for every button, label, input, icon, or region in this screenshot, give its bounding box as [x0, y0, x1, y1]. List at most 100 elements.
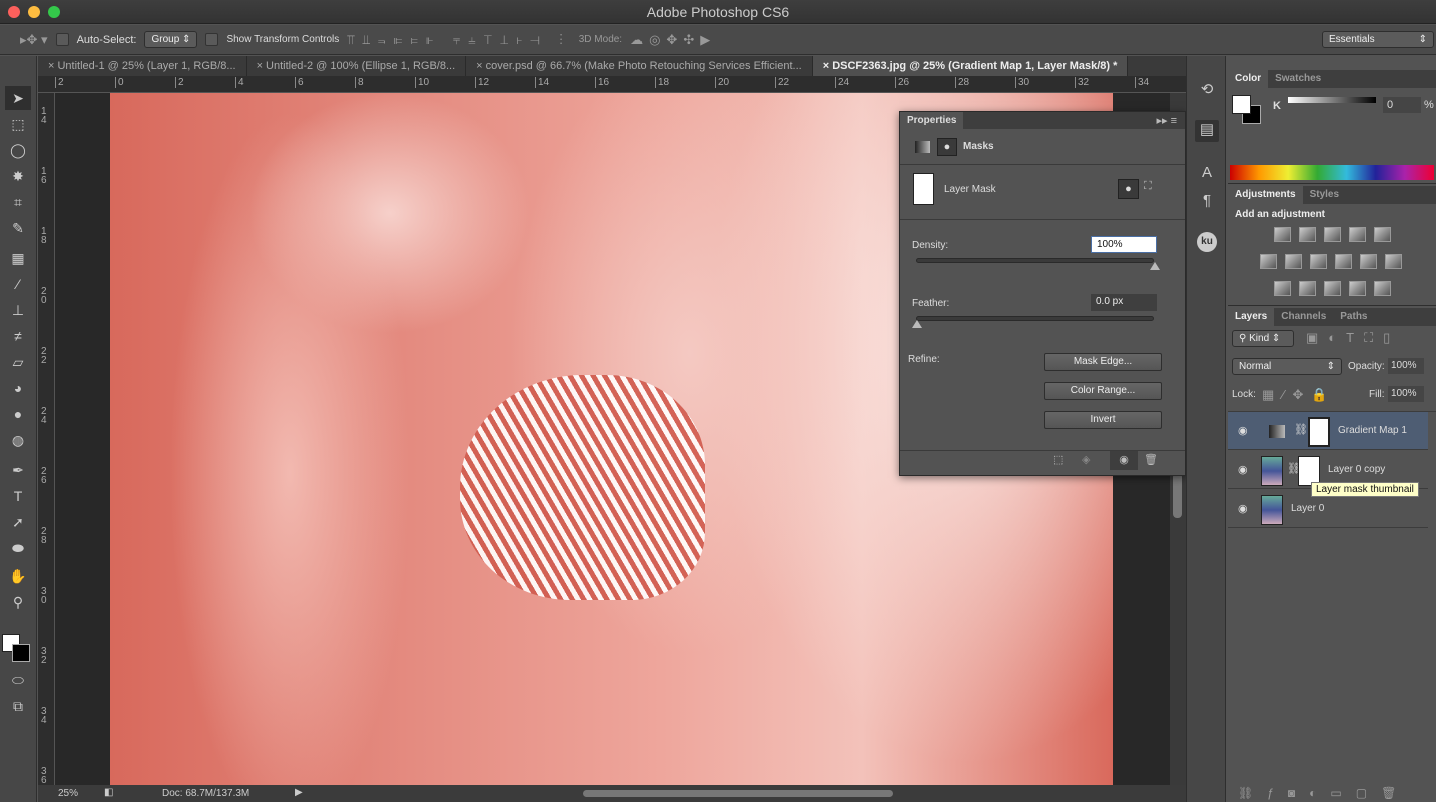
layer-mask-thumbnail[interactable]: [1308, 417, 1330, 447]
properties-tab[interactable]: Properties: [900, 112, 964, 129]
threshold-icon[interactable]: [1324, 281, 1341, 296]
selective-color-icon[interactable]: [1349, 281, 1366, 296]
status-icon[interactable]: ◧: [104, 787, 113, 798]
layer-row-gradient-map-1[interactable]: ◉ ⛓ Gradient Map 1: [1228, 412, 1428, 450]
load-selection-icon[interactable]: ⬚: [1053, 453, 1063, 466]
foreground-color-swatch[interactable]: [1232, 95, 1251, 114]
tab-cover[interactable]: × cover.psd @ 66.7% (Make Photo Retouchi…: [466, 56, 813, 76]
link-icon[interactable]: ⛓: [1294, 423, 1308, 436]
tab-swatches[interactable]: Swatches: [1268, 70, 1328, 88]
visibility-eye-icon[interactable]: ◉: [1238, 463, 1248, 476]
close-window-button[interactable]: [8, 6, 20, 18]
marquee-tool-icon[interactable]: ⬚: [5, 112, 31, 136]
filter-type-icons[interactable]: ▣◐T⛶▯: [1306, 330, 1400, 346]
add-vector-mask-icon[interactable]: ⛶: [1144, 180, 1152, 193]
sponge-tool-icon[interactable]: ◍: [5, 428, 31, 452]
healing-brush-icon[interactable]: ▦: [5, 246, 31, 270]
color-lookup-icon[interactable]: [1385, 254, 1402, 269]
levels-icon[interactable]: [1299, 227, 1316, 242]
paragraph-icon[interactable]: ¶: [1195, 192, 1219, 214]
zoom-level[interactable]: 25%: [58, 788, 78, 799]
layer-thumbnail[interactable]: [1261, 495, 1283, 525]
visibility-eye-icon[interactable]: ◉: [1238, 424, 1248, 437]
vibrance-icon[interactable]: [1374, 227, 1391, 242]
photo-filter-icon[interactable]: [1335, 254, 1352, 269]
brush-tool-icon[interactable]: ⁄: [5, 272, 31, 296]
visibility-eye-icon[interactable]: ◉: [1238, 502, 1248, 515]
apply-mask-icon[interactable]: ◈: [1082, 453, 1090, 466]
k-slider[interactable]: [1288, 97, 1376, 103]
color-balance-icon[interactable]: [1285, 254, 1302, 269]
tab-dscf2363[interactable]: × DSCF2363.jpg @ 25% (Gradient Map 1, La…: [812, 56, 1129, 76]
select-pixel-mask-icon[interactable]: ●: [1118, 179, 1139, 199]
tab-untitled-1[interactable]: × Untitled-1 @ 25% (Layer 1, RGB/8...: [38, 56, 247, 76]
tab-layers[interactable]: Layers: [1228, 308, 1275, 326]
hand-tool-icon[interactable]: ✋: [5, 564, 31, 588]
path-select-icon[interactable]: ➚: [5, 510, 31, 534]
auto-select-dropdown[interactable]: Group ⇕: [144, 31, 198, 48]
adjustment-properties-icon[interactable]: [915, 141, 930, 153]
scroll-thumb[interactable]: [1173, 473, 1182, 518]
panel-menu-icon[interactable]: ▸▸ ≡: [1156, 114, 1177, 127]
lock-icons[interactable]: ▦⁄✥🔒: [1262, 387, 1336, 403]
k-value-input[interactable]: 0: [1383, 97, 1421, 113]
status-menu-arrow-icon[interactable]: ▶: [295, 787, 303, 798]
magic-wand-icon[interactable]: ✸: [5, 164, 31, 188]
paint-bucket-icon[interactable]: ◕: [5, 376, 31, 400]
lasso-tool-icon[interactable]: ◯: [5, 138, 31, 162]
tab-color[interactable]: Color: [1228, 70, 1269, 88]
black-white-icon[interactable]: [1310, 254, 1327, 269]
hue-saturation-icon[interactable]: [1260, 254, 1277, 269]
eraser-icon[interactable]: ▱: [5, 350, 31, 374]
exposure-icon[interactable]: [1349, 227, 1366, 242]
toggle-mask-visibility-icon[interactable]: ◉: [1110, 451, 1138, 470]
tab-adjustments[interactable]: Adjustments: [1228, 186, 1303, 204]
layer-name[interactable]: Layer 0 copy: [1328, 464, 1385, 475]
character-icon[interactable]: A: [1195, 164, 1219, 186]
mask-properties-icon[interactable]: ●: [937, 138, 957, 156]
density-slider[interactable]: [916, 258, 1160, 270]
invert-button[interactable]: Invert: [1044, 411, 1162, 429]
screen-mode-icon[interactable]: ⧉: [5, 694, 31, 718]
tab-untitled-2[interactable]: × Untitled-2 @ 100% (Ellipse 1, RGB/8...: [247, 56, 467, 76]
auto-select-checkbox[interactable]: [55, 33, 69, 46]
horizontal-scroll-thumb[interactable]: [583, 790, 893, 797]
crop-tool-icon[interactable]: ⌗: [5, 190, 31, 214]
opacity-input[interactable]: 100%: [1388, 358, 1424, 374]
posterize-icon[interactable]: [1299, 281, 1316, 296]
blur-tool-icon[interactable]: ●: [5, 402, 31, 426]
brightness-icon[interactable]: [1274, 227, 1291, 242]
pen-tool-icon[interactable]: ✒: [5, 458, 31, 482]
minimize-window-button[interactable]: [28, 6, 40, 18]
gradient-map-icon[interactable]: [1374, 281, 1391, 296]
layers-footer-icons[interactable]: ⛓ƒ◙◐▭▢🗑: [1238, 786, 1410, 800]
density-input[interactable]: 100%: [1091, 236, 1157, 253]
stamp-tool-icon[interactable]: ⊥: [5, 298, 31, 322]
color-spectrum-ramp[interactable]: [1230, 165, 1434, 180]
kuler-icon[interactable]: ku: [1197, 232, 1217, 252]
tab-styles[interactable]: Styles: [1303, 186, 1346, 204]
feather-slider[interactable]: [912, 316, 1154, 328]
mask-edge-button[interactable]: Mask Edge...: [1044, 353, 1162, 371]
layer-name[interactable]: Gradient Map 1: [1338, 425, 1407, 436]
layer-thumbnail[interactable]: [1261, 456, 1283, 486]
color-range-button[interactable]: Color Range...: [1044, 382, 1162, 400]
workspace-dropdown[interactable]: Essentials ⇕: [1322, 31, 1434, 48]
fill-input[interactable]: 100%: [1388, 386, 1424, 402]
move-tool-icon[interactable]: ➤: [5, 86, 31, 110]
background-color-swatch[interactable]: [12, 644, 30, 662]
filter-kind-dropdown[interactable]: ⚲ Kind ⇕: [1232, 330, 1294, 347]
zoom-tool-icon[interactable]: ⚲: [5, 590, 31, 614]
align-icons[interactable]: ⫪⫫⫬⊫⊨⊩ ⫧⫨⊤⊥⊦⊣ ⋮: [347, 32, 570, 48]
history-icon[interactable]: ⟲: [1195, 80, 1219, 102]
ellipse-tool-icon[interactable]: ⬬: [5, 536, 31, 560]
properties-icon[interactable]: ▤: [1195, 120, 1219, 142]
tab-channels[interactable]: Channels: [1274, 308, 1333, 326]
density-slider-knob[interactable]: [1150, 262, 1160, 270]
3d-mode-icons[interactable]: ☁◎✥✣▶: [630, 32, 716, 48]
tab-paths[interactable]: Paths: [1333, 308, 1374, 326]
channel-mixer-icon[interactable]: [1360, 254, 1377, 269]
type-tool-icon[interactable]: T: [5, 484, 31, 508]
layer-name[interactable]: Layer 0: [1291, 503, 1324, 514]
blend-mode-dropdown[interactable]: Normal ⇕: [1232, 358, 1342, 375]
